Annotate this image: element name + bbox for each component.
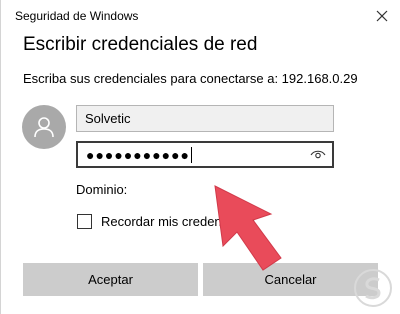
connection-instruction: Escriba sus credenciales para conectarse… (23, 71, 358, 86)
user-icon (34, 117, 54, 138)
username-field[interactable]: Solvetic (76, 105, 334, 132)
eye-icon (310, 150, 326, 159)
password-value: ●●●●●●●●●●● (86, 146, 191, 163)
username-value: Solvetic (85, 111, 131, 126)
cancel-button[interactable]: Cancelar (203, 263, 378, 296)
domain-label: Dominio: (76, 182, 128, 197)
window-title: Seguridad de Windows (15, 9, 139, 23)
close-icon (376, 10, 388, 22)
dialog-heading: Escribir credenciales de red (23, 34, 258, 55)
password-field[interactable]: ●●●●●●●●●●● (76, 141, 334, 168)
accept-button[interactable]: Aceptar (23, 263, 198, 296)
close-button[interactable] (369, 4, 395, 28)
reveal-password-button[interactable] (308, 146, 328, 164)
remember-credentials-label[interactable]: Recordar mis credenciales (101, 214, 255, 229)
credentials-dialog: Seguridad de Windows Escribir credencial… (0, 0, 400, 314)
text-caret (191, 146, 193, 163)
remember-credentials-checkbox[interactable] (77, 214, 92, 229)
user-avatar (22, 105, 66, 149)
watermark-logo (354, 269, 392, 307)
